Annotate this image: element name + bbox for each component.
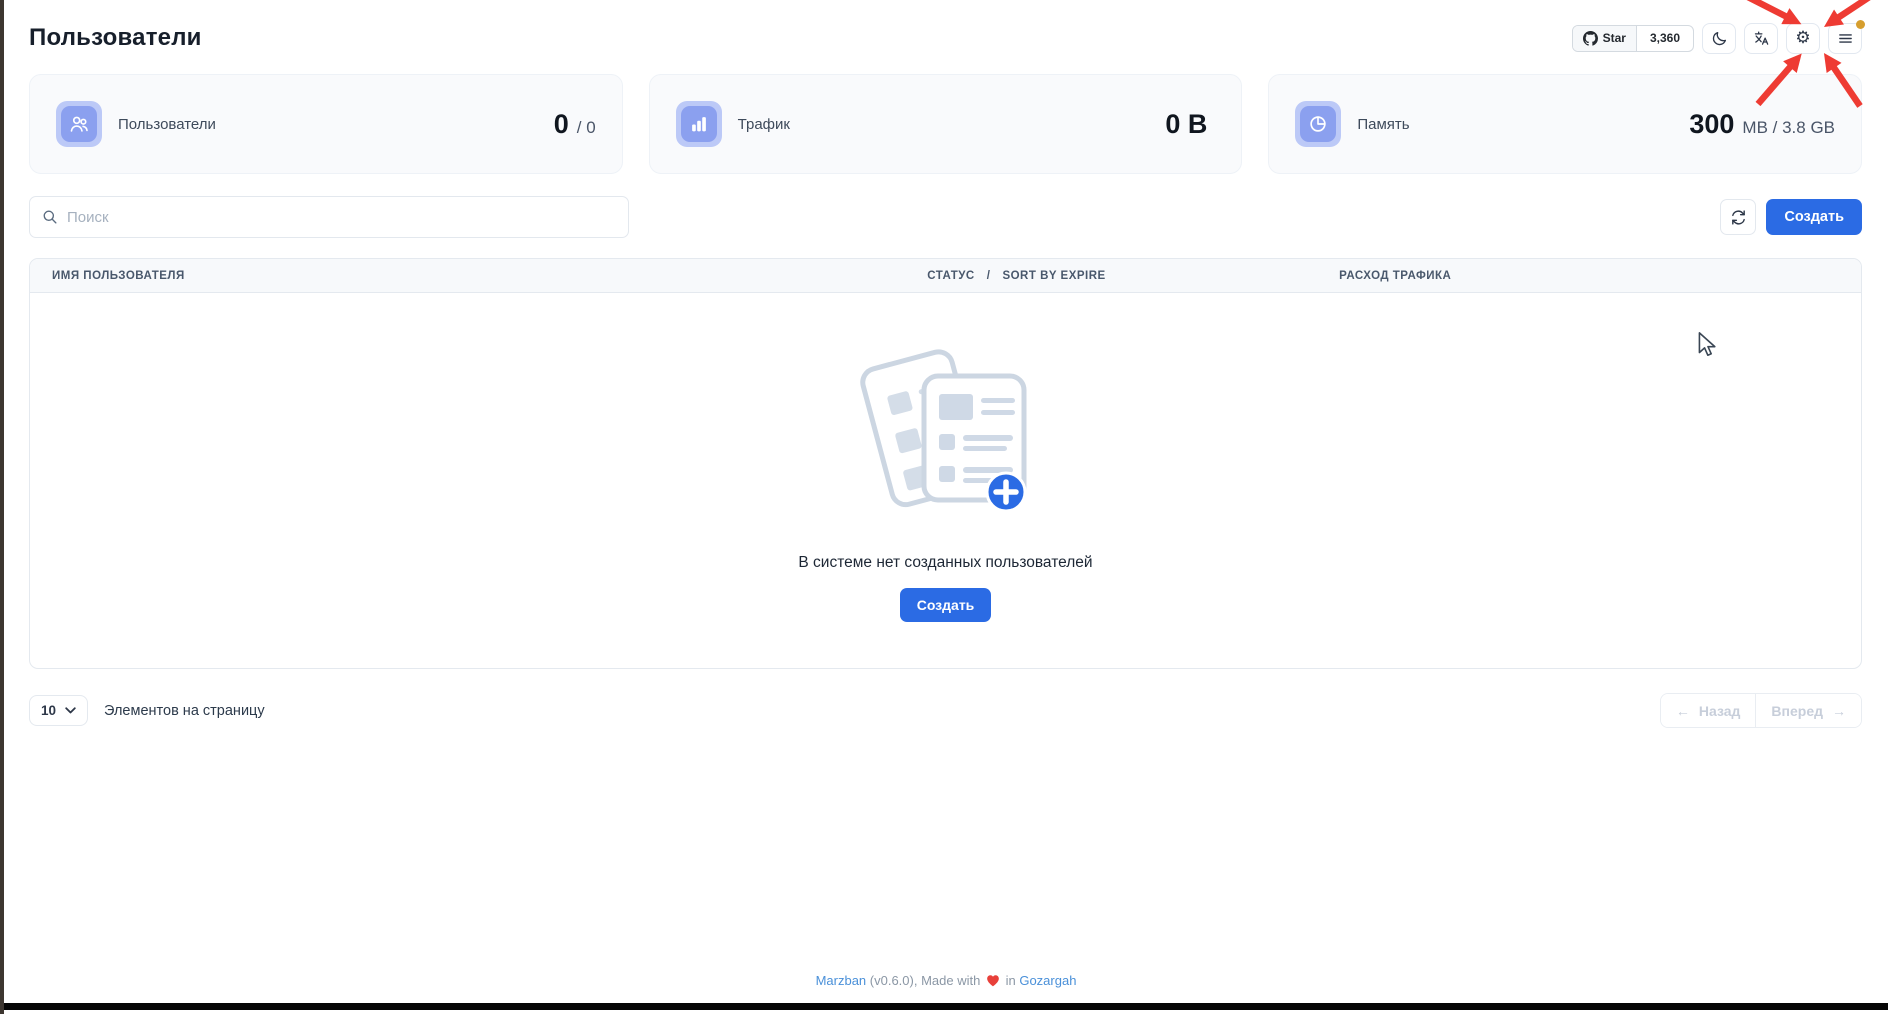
next-page-button[interactable]: Вперед → xyxy=(1755,694,1861,727)
page-size-value: 10 xyxy=(41,703,56,718)
table-header-row: ИМЯ ПОЛЬЗОВАТЕЛЯ СТАТУС / SORT BY EXPIRE… xyxy=(30,259,1861,293)
github-star-widget[interactable]: Star 3,360 xyxy=(1572,25,1694,52)
column-header-sort-by-expire[interactable]: SORT BY EXPIRE xyxy=(1002,270,1105,282)
stat-label: Трафик xyxy=(738,116,790,133)
left-arrow-icon: ← xyxy=(1676,703,1690,719)
column-header-username[interactable]: ИМЯ ПОЛЬЗОВАТЕЛЯ xyxy=(30,270,927,282)
column-header-traffic[interactable]: РАСХОД ТРАФИКА xyxy=(1339,270,1861,282)
chevron-down-icon xyxy=(65,707,76,714)
prev-page-button[interactable]: ← Назад xyxy=(1661,694,1756,727)
marzban-link[interactable]: Marzban xyxy=(816,973,867,988)
gozargah-link[interactable]: Gozargah xyxy=(1019,973,1076,988)
settings-button[interactable]: ⚙ xyxy=(1786,23,1820,54)
language-button[interactable] xyxy=(1744,23,1778,54)
empty-state-create-button[interactable]: Создать xyxy=(900,588,992,622)
stat-card-traffic: Трафик 0 B xyxy=(649,74,1243,174)
users-icon xyxy=(68,113,90,135)
menu-notification-dot xyxy=(1856,20,1865,29)
create-user-button[interactable]: Создать xyxy=(1766,199,1862,235)
stat-value: 0 / 0 xyxy=(554,109,596,140)
github-star-label: Star xyxy=(1603,31,1626,45)
empty-state: В системе нет созданных пользователей Со… xyxy=(30,293,1861,668)
pie-chart-icon xyxy=(1307,113,1329,135)
translate-icon xyxy=(1753,30,1770,47)
empty-state-message: В системе нет созданных пользователей xyxy=(798,554,1092,572)
github-star-count[interactable]: 3,360 xyxy=(1637,26,1693,51)
menu-button[interactable] xyxy=(1828,23,1862,54)
stat-card-users: Пользователи 0 / 0 xyxy=(29,74,623,174)
pagination-bar: 10 Элементов на страницу ← Назад Вперед … xyxy=(29,693,1862,728)
window-bottom-edge xyxy=(0,1003,1888,1010)
add-plus-icon xyxy=(987,473,1025,511)
bar-chart-icon xyxy=(688,113,710,135)
stat-value: 300 MB / 3.8 GB xyxy=(1689,109,1835,140)
footer: Marzban (v0.6.0), Made with in Gozargah xyxy=(4,973,1888,988)
list-controls: Создать xyxy=(29,196,1862,238)
top-bar: Пользователи Star 3,360 ⚙ xyxy=(29,18,1862,58)
stat-card-memory: Память 300 MB / 3.8 GB xyxy=(1268,74,1862,174)
search-box[interactable] xyxy=(29,196,629,238)
stat-cards: Пользователи 0 / 0 Трафик 0 B Память 300 xyxy=(29,74,1862,174)
footer-text-in: in xyxy=(1006,973,1016,988)
per-page-label: Элементов на страницу xyxy=(104,703,265,719)
github-icon xyxy=(1583,31,1598,46)
column-header-separator: / xyxy=(987,270,991,282)
search-icon xyxy=(42,209,58,225)
footer-text: (v0.6.0), Made with xyxy=(870,973,981,988)
refresh-icon xyxy=(1730,209,1747,226)
gear-icon: ⚙ xyxy=(1795,30,1810,47)
stat-label: Память xyxy=(1357,116,1409,133)
right-arrow-icon: → xyxy=(1832,703,1846,719)
users-page: Пользователи Star 3,360 ⚙ xyxy=(4,0,1888,1014)
search-input[interactable] xyxy=(67,209,616,226)
hamburger-icon xyxy=(1837,30,1854,47)
theme-toggle-button[interactable] xyxy=(1702,23,1736,54)
pager-group: ← Назад Вперед → xyxy=(1660,693,1862,728)
moon-icon xyxy=(1711,30,1728,47)
top-bar-actions: Star 3,360 ⚙ xyxy=(1572,23,1862,54)
window-left-edge xyxy=(0,0,4,1014)
column-header-status[interactable]: СТАТУС xyxy=(927,270,975,282)
refresh-button[interactable] xyxy=(1720,199,1756,235)
stat-label: Пользователи xyxy=(118,116,216,133)
users-table: ИМЯ ПОЛЬЗОВАТЕЛЯ СТАТУС / SORT BY EXPIRE… xyxy=(29,258,1862,669)
github-star-button[interactable]: Star xyxy=(1573,26,1637,51)
stat-value: 0 B xyxy=(1165,109,1215,140)
empty-state-illustration xyxy=(846,340,1046,530)
page-size-select[interactable]: 10 xyxy=(29,695,88,726)
heart-icon xyxy=(986,974,1000,987)
page-title: Пользователи xyxy=(29,24,202,52)
